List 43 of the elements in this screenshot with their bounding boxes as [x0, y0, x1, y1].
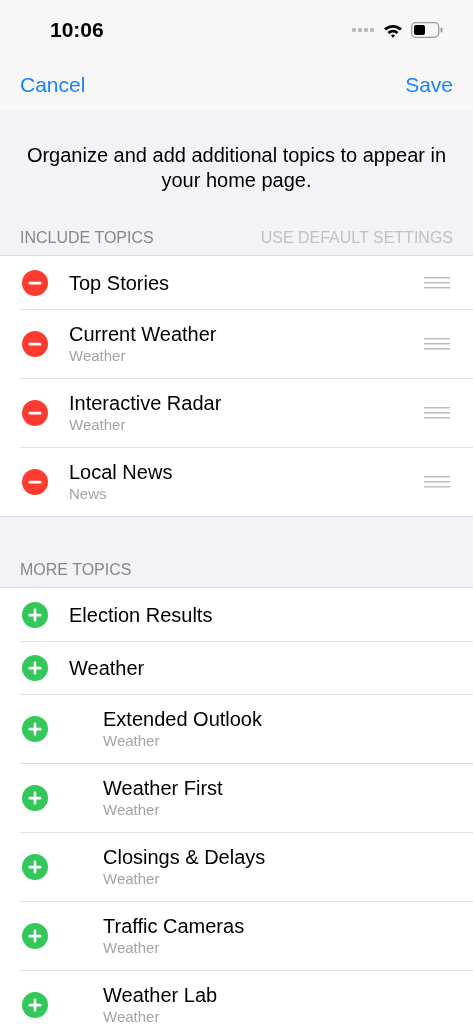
- topic-title: Local News: [69, 459, 174, 484]
- clock-time: 10:06: [50, 18, 105, 42]
- topic-title: Election Results: [69, 602, 214, 627]
- wifi-icon: [383, 22, 403, 38]
- topic-category: Weather: [69, 345, 127, 366]
- instruction-text: Organize and add additional topics to appear in your home page.: [25, 143, 448, 193]
- remove-icon[interactable]: [22, 330, 48, 357]
- add-icon[interactable]: [22, 601, 48, 628]
- add-icon[interactable]: [22, 715, 48, 742]
- topic-title: Weather: [69, 655, 146, 680]
- topic-title: Closings & Delays: [103, 844, 267, 869]
- topic-category: News: [69, 483, 108, 504]
- add-icon[interactable]: [22, 784, 48, 811]
- battery-icon: [411, 22, 443, 38]
- topic-title: Extended Outlook: [103, 706, 263, 731]
- topic-category: Weather: [103, 730, 161, 751]
- save-button[interactable]: Save: [405, 73, 453, 97]
- topic-category: Weather: [103, 799, 161, 820]
- topic-category: Weather: [103, 868, 161, 889]
- drag-handle-icon[interactable]: [424, 475, 450, 488]
- drag-handle-icon[interactable]: [424, 337, 450, 350]
- section-header: INCLUDE TOPICS: [20, 229, 154, 247]
- remove-icon[interactable]: [22, 269, 48, 296]
- topic-title: Interactive Radar: [69, 390, 223, 415]
- section-header: MORE TOPICS: [20, 561, 132, 579]
- add-icon[interactable]: [22, 853, 48, 880]
- remove-icon[interactable]: [22, 468, 48, 495]
- drag-handle-icon[interactable]: [424, 276, 450, 289]
- add-icon[interactable]: [22, 654, 48, 681]
- topic-title: Top Stories: [69, 270, 171, 295]
- topic-category: Weather: [103, 937, 161, 958]
- remove-icon[interactable]: [22, 399, 48, 426]
- topic-title: Weather First: [103, 775, 224, 800]
- topic-title: Traffic Cameras: [103, 913, 246, 938]
- signal-icon: [351, 27, 375, 33]
- topic-title: Current Weather: [69, 321, 218, 346]
- topic-category: Weather: [69, 414, 127, 435]
- drag-handle-icon[interactable]: [424, 406, 450, 419]
- cancel-button[interactable]: Cancel: [20, 73, 86, 97]
- topic-category: Weather: [103, 1006, 161, 1024]
- add-icon[interactable]: [22, 922, 48, 949]
- add-icon[interactable]: [22, 991, 48, 1018]
- topic-title: Weather Lab: [103, 982, 219, 1007]
